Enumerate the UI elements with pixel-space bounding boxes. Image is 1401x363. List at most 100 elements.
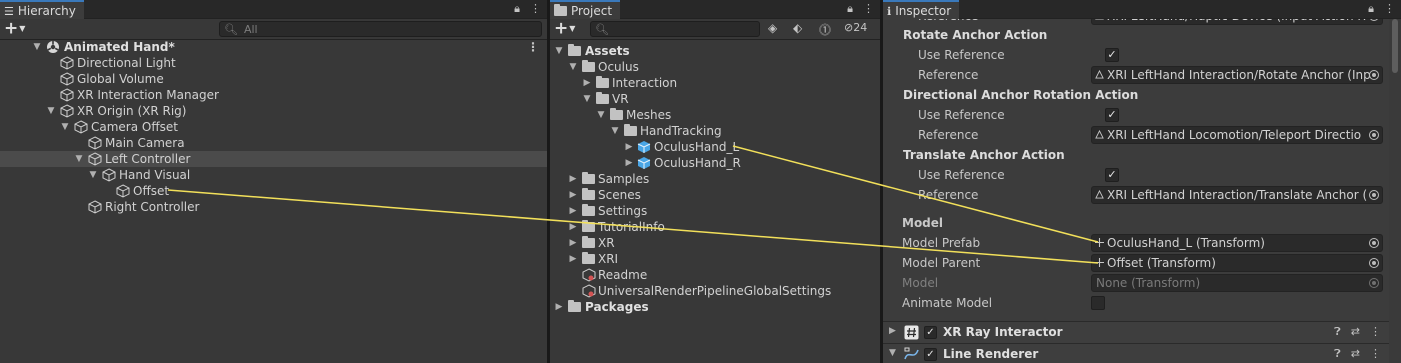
create-asset-button[interactable]: +▼: [554, 20, 575, 38]
kebab-menu-icon[interactable]: ⋮: [1384, 2, 1395, 16]
expand-arrow-icon[interactable]: ▼: [596, 107, 606, 123]
project-item[interactable]: ▼ Meshes: [550, 107, 880, 123]
collapse-arrow-icon[interactable]: ▶: [624, 139, 634, 155]
model-prefab-field[interactable]: OculusHand_L (Transform): [1091, 234, 1383, 252]
project-item[interactable]: ▶ XR: [550, 235, 880, 251]
project-item-label: Assets: [585, 44, 630, 58]
collapse-arrow-icon[interactable]: ▶: [568, 203, 578, 219]
component-header[interactable]: ▶ ✓ XR Ray Interactor ❓︎ ⇄ ⋮: [883, 321, 1389, 343]
component-enabled-checkbox[interactable]: ✓: [924, 326, 937, 339]
hierarchy-tab[interactable]: ☰ Hierarchy: [0, 0, 84, 19]
create-button[interactable]: +▼: [4, 20, 25, 38]
project-item[interactable]: ▶ XRI: [550, 251, 880, 267]
expand-arrow-icon[interactable]: ▼: [610, 123, 620, 139]
collapse-arrow-icon[interactable]: ▶: [568, 171, 578, 187]
use-reference-checkbox[interactable]: ✓: [1105, 168, 1119, 182]
preset-icon[interactable]: ⇄: [1351, 347, 1360, 361]
project-item[interactable]: ▼ Oculus: [550, 59, 880, 75]
use-reference-checkbox[interactable]: ✓: [1105, 48, 1119, 62]
project-item[interactable]: ▶ Samples: [550, 171, 880, 187]
kebab-menu-icon[interactable]: ⋮: [530, 2, 541, 16]
collapse-arrow-icon[interactable]: ▶: [889, 326, 896, 336]
kebab-menu-icon[interactable]: ⋮: [863, 2, 874, 16]
project-item[interactable]: ▶ Packages: [550, 299, 880, 315]
object-picker-icon[interactable]: [1369, 258, 1379, 268]
collapse-arrow-icon[interactable]: ▶: [568, 235, 578, 251]
hierarchy-item[interactable]: ▼ XR Origin (XR Rig): [0, 103, 547, 119]
object-picker-icon[interactable]: [1369, 70, 1379, 80]
reference-field[interactable]: XRI LeftHand Interaction/Rotate Anchor (…: [1091, 66, 1383, 84]
kebab-menu-icon[interactable]: ⋮: [1370, 347, 1381, 361]
section-title: Translate Anchor Action: [903, 148, 1065, 162]
collapse-arrow-icon[interactable]: ▶: [568, 187, 578, 203]
project-item[interactable]: ▶ OculusHand_R: [550, 155, 880, 171]
hidden-packages-icon[interactable]: ⊘24: [844, 21, 867, 34]
expand-arrow-icon[interactable]: ▼: [32, 39, 42, 55]
inspector-scrollbar[interactable]: [1389, 19, 1401, 363]
expand-arrow-icon[interactable]: ▼: [582, 91, 592, 107]
hierarchy-item-selected[interactable]: ▼ Left Controller: [0, 151, 547, 167]
hierarchy-scene-row[interactable]: ▼ Animated Hand* ⋮: [0, 39, 547, 55]
hierarchy-item[interactable]: Main Camera: [0, 135, 547, 151]
hierarchy-item[interactable]: Right Controller: [0, 199, 547, 215]
project-search-input[interactable]: 🔍︎: [590, 21, 760, 37]
error-filter-icon[interactable]: ⓵: [819, 21, 831, 38]
reference-field[interactable]: XRI LeftHand Locomotion/Teleport Directi…: [1091, 126, 1383, 144]
project-item[interactable]: ▶ TutorialInfo: [550, 219, 880, 235]
lock-icon[interactable]: 🔒︎: [1368, 2, 1374, 16]
collapse-arrow-icon[interactable]: ▶: [582, 75, 592, 91]
project-item[interactable]: ▶ Settings: [550, 203, 880, 219]
project-item[interactable]: UniversalRenderPipelineGlobalSettings: [550, 283, 880, 299]
reference-field[interactable]: XRI LeftHand Interaction/Translate Ancho…: [1091, 186, 1383, 204]
model-parent-field[interactable]: Offset (Transform): [1091, 254, 1383, 272]
search-by-type-icon[interactable]: ◈: [768, 21, 777, 35]
project-item[interactable]: ▼ HandTracking: [550, 123, 880, 139]
hierarchy-item[interactable]: XR Interaction Manager: [0, 87, 547, 103]
component-header[interactable]: ▼ ✓ Line Renderer ❓︎ ⇄ ⋮: [883, 343, 1389, 363]
scrollbar-thumb[interactable]: [1392, 19, 1398, 73]
object-picker-icon[interactable]: [1369, 238, 1379, 248]
use-reference-checkbox[interactable]: ✓: [1105, 108, 1119, 122]
help-icon[interactable]: ❓︎: [1334, 347, 1341, 361]
preset-icon[interactable]: ⇄: [1351, 325, 1360, 339]
collapse-arrow-icon[interactable]: ▶: [554, 299, 564, 315]
project-tab[interactable]: Project: [550, 0, 621, 19]
project-item[interactable]: Readme: [550, 267, 880, 283]
expand-arrow-icon[interactable]: ▼: [74, 151, 84, 167]
expand-arrow-icon[interactable]: ▼: [88, 167, 98, 183]
expand-arrow-icon[interactable]: ▼: [554, 43, 564, 59]
hierarchy-search-input[interactable]: 🔍︎ All: [219, 21, 542, 37]
expand-arrow-icon[interactable]: ▼: [889, 348, 896, 358]
hierarchy-item[interactable]: Directional Light: [0, 55, 547, 71]
animate-model-checkbox[interactable]: [1091, 296, 1105, 310]
expand-arrow-icon[interactable]: ▼: [46, 103, 56, 119]
object-picker-icon[interactable]: [1369, 130, 1379, 140]
project-tab-bar: Project 🔒︎ ⋮: [550, 0, 880, 19]
collapse-arrow-icon[interactable]: ▶: [568, 219, 578, 235]
search-by-label-icon[interactable]: ⬖: [793, 21, 802, 35]
inspector-content: Reference XRI LeftHand/Haptic Device (In…: [883, 7, 1389, 363]
lock-icon[interactable]: 🔒︎: [514, 2, 520, 16]
expand-arrow-icon[interactable]: ▼: [60, 119, 70, 135]
expand-arrow-icon[interactable]: ▼: [568, 59, 578, 75]
folder-icon: [582, 252, 595, 264]
scene-menu-icon[interactable]: ⋮: [527, 39, 539, 55]
collapse-arrow-icon[interactable]: ▶: [624, 155, 634, 171]
lock-icon[interactable]: 🔒︎: [847, 2, 853, 16]
hierarchy-item[interactable]: ▼ Hand Visual: [0, 167, 547, 183]
project-item[interactable]: ▼ VR: [550, 91, 880, 107]
project-item[interactable]: ▶ Scenes: [550, 187, 880, 203]
hierarchy-item[interactable]: Offset: [0, 183, 547, 199]
inspector-tab[interactable]: ℹ Inspector: [883, 0, 960, 19]
project-item[interactable]: ▼ Assets: [550, 43, 880, 59]
model-parent-label: Model Parent: [902, 256, 981, 270]
hierarchy-item[interactable]: ▼ Camera Offset: [0, 119, 547, 135]
object-picker-icon[interactable]: [1369, 190, 1379, 200]
project-item[interactable]: ▶ OculusHand_L: [550, 139, 880, 155]
kebab-menu-icon[interactable]: ⋮: [1370, 325, 1381, 339]
project-item[interactable]: ▶ Interaction: [550, 75, 880, 91]
collapse-arrow-icon[interactable]: ▶: [568, 251, 578, 267]
component-enabled-checkbox[interactable]: ✓: [924, 348, 937, 361]
hierarchy-item[interactable]: Global Volume: [0, 71, 547, 87]
help-icon[interactable]: ❓︎: [1334, 325, 1341, 339]
